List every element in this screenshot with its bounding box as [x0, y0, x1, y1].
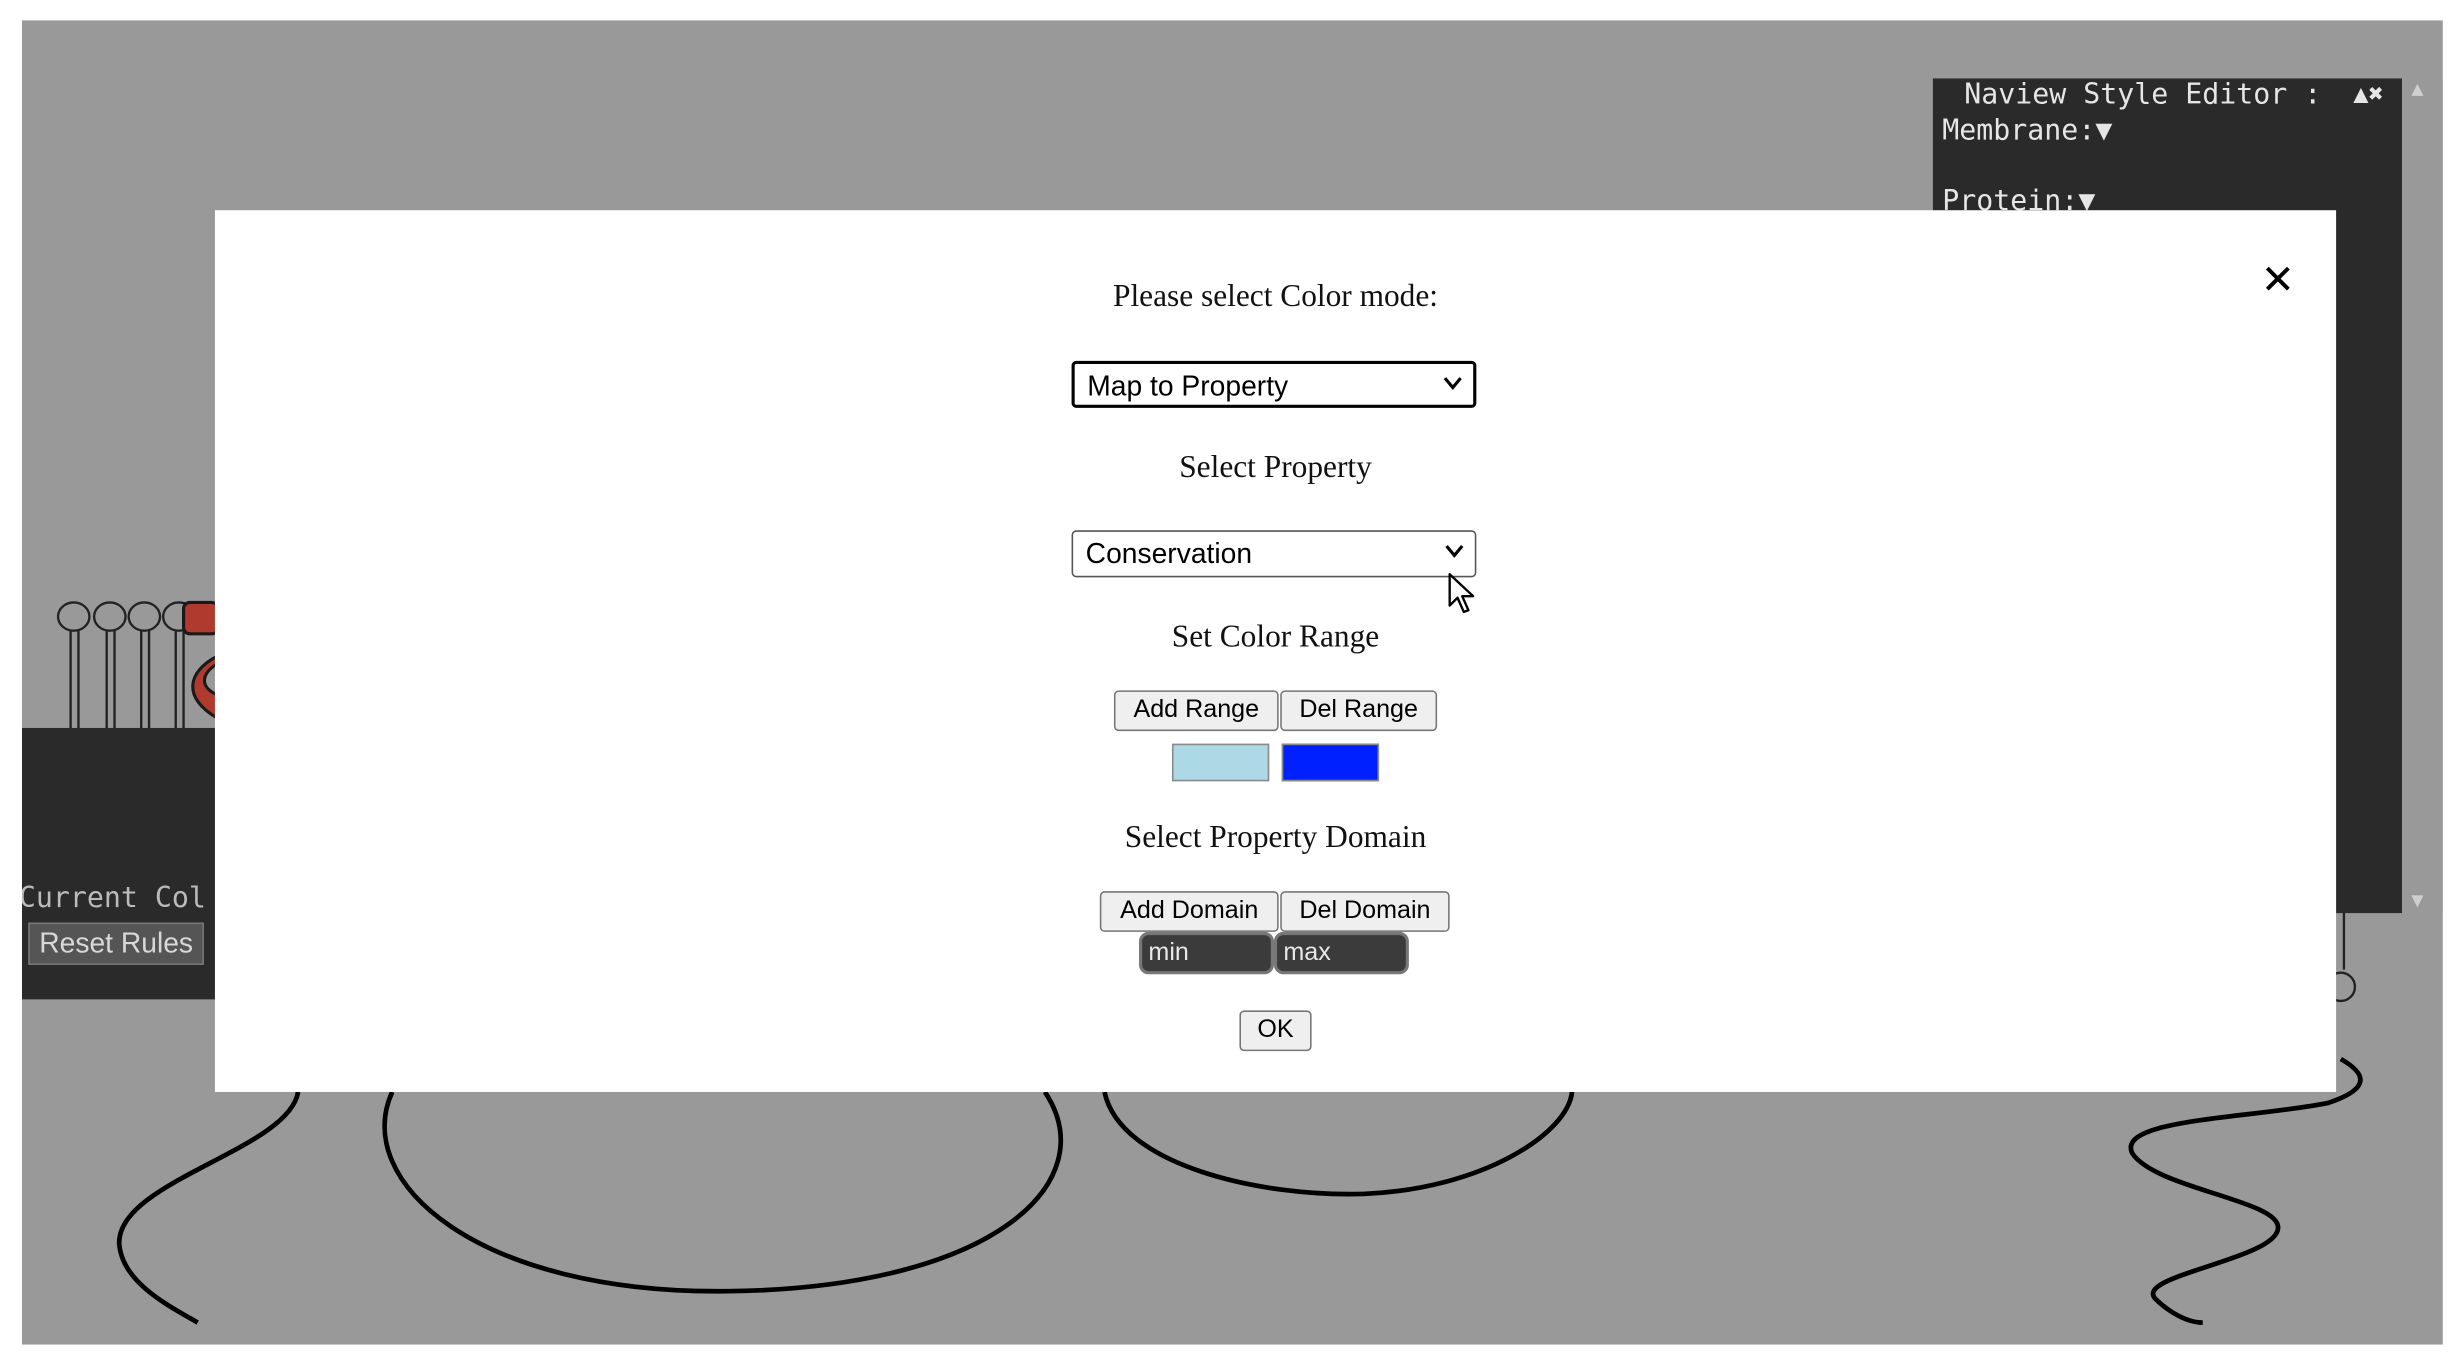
color-mode-select[interactable]: Map to Property — [1071, 360, 1477, 408]
screen: Current Col Reset Rules Naview Style Edi… — [0, 0, 2460, 1359]
color-mode-dialog: ✕ Please select Color mode: Map to Prope… — [214, 210, 2337, 1092]
collapse-close-icon[interactable]: ▲✖ — [2353, 78, 2383, 108]
del-range-button[interactable]: Del Range — [1280, 690, 1438, 732]
color-mode-value: Map to Property — [1087, 370, 1289, 402]
chevron-down-icon — [1443, 377, 1462, 390]
select-domain-label: Select Property Domain — [1124, 820, 1427, 856]
protein-loops — [116, 1056, 2363, 1325]
range-color-swatch-start[interactable] — [1171, 743, 1270, 782]
select-property-label: Select Property — [1179, 450, 1372, 485]
style-editor-title: Naview Style Editor : — [1964, 78, 2322, 112]
mouse-cursor-icon — [1448, 573, 1475, 614]
current-color-label: Current Col — [21, 881, 206, 915]
del-domain-button[interactable]: Del Domain — [1280, 891, 1450, 932]
membrane-section-toggle[interactable]: Membrane:▼ — [1942, 115, 2112, 148]
chevron-down-icon — [1445, 544, 1464, 558]
property-select[interactable]: Conservation — [1071, 530, 1477, 578]
add-range-button[interactable]: Add Range — [1113, 690, 1279, 732]
ok-button[interactable]: OK — [1239, 1010, 1312, 1052]
reset-rules-button[interactable]: Reset Rules — [28, 922, 205, 965]
property-value: Conservation — [1085, 538, 1253, 570]
scroll-down-icon[interactable]: ▼ — [2411, 893, 2423, 910]
set-color-range-label: Set Color Range — [1171, 619, 1380, 655]
style-editor-scrollbar[interactable]: ▲ ▼ — [2401, 78, 2443, 914]
color-mode-prompt: Please select Color mode: — [1112, 279, 1439, 314]
color-rules-panel: Current Col Reset Rules — [21, 727, 234, 1000]
add-domain-button[interactable]: Add Domain — [1099, 891, 1279, 932]
scroll-up-icon[interactable]: ▲ — [2411, 82, 2423, 99]
range-color-swatch-end[interactable] — [1281, 743, 1380, 782]
domain-min-input[interactable]: min — [1139, 931, 1274, 975]
domain-max-input[interactable]: max — [1273, 931, 1409, 975]
